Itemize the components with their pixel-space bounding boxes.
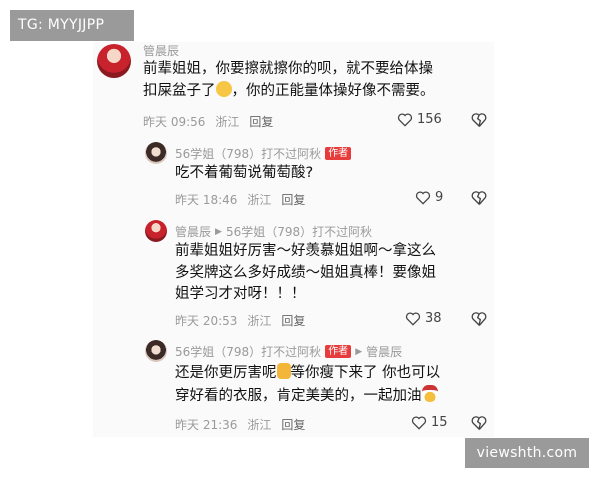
like-button[interactable]: 15 <box>411 415 448 430</box>
reply-button[interactable]: 回复 <box>281 312 305 329</box>
heart-icon <box>411 416 427 430</box>
reply-button[interactable]: 回复 <box>281 191 305 208</box>
heart-icon <box>415 191 431 205</box>
comment-text: 吃不着葡萄说葡萄酸? <box>175 165 314 181</box>
like-button[interactable]: 38 <box>405 311 442 326</box>
comment-meta: 昨天 09:56 浙江 回复 <box>143 113 274 130</box>
reply-button[interactable]: 回复 <box>281 416 305 433</box>
comment-author[interactable]: 管晨辰 ▶ 56学姐（798）打不过阿秋 <box>175 223 372 240</box>
reply-arrow-icon: ▶ <box>215 226 222 237</box>
comment-text: 前辈姐姐，你要擦就擦你的呗，就不要给体操 扣屎盆子了 ，你的正能量体操好像不需要。 <box>143 61 435 99</box>
author-badge: 作者 <box>325 147 352 160</box>
like-button[interactable]: 156 <box>397 112 442 127</box>
reply-button[interactable]: 回复 <box>249 113 273 130</box>
broken-heart-icon[interactable] <box>471 112 487 128</box>
avatar[interactable] <box>97 44 131 78</box>
heart-icon <box>405 312 421 326</box>
like-button[interactable]: 9 <box>415 190 443 205</box>
avatar[interactable] <box>145 142 167 164</box>
broken-heart-icon[interactable] <box>471 311 487 327</box>
heart-icon <box>397 113 413 127</box>
watermark-tag-top: TG: MYYJJPP <box>10 10 134 41</box>
avatar[interactable] <box>145 340 167 362</box>
comment-author[interactable]: 56学姐（798）打不过阿秋 作者 ▶ 管晨辰 <box>175 343 402 360</box>
comment-text: 前辈姐姐好厉害～好羡慕姐姐啊～拿这么 多奖牌这么多好成绩～姐姐真棒！要像姐 姐学… <box>175 243 436 302</box>
author-badge: 作者 <box>325 345 352 358</box>
comment-meta: 昨天 18:46 浙江 回复 <box>175 191 306 208</box>
comment-author[interactable]: 管晨辰 <box>143 42 179 59</box>
medal-icon <box>421 384 438 402</box>
crying-face-icon <box>215 80 232 97</box>
broken-heart-icon[interactable] <box>471 415 487 431</box>
reply-arrow-icon: ▶ <box>355 346 363 357</box>
thumbs-up-icon <box>276 363 291 379</box>
comment-thread: 管晨辰 前辈姐姐，你要擦就擦你的呗，就不要给体操 扣屎盆子了 ，你的正能量体操好像… <box>93 42 494 437</box>
broken-heart-icon[interactable] <box>471 190 487 206</box>
comment-author[interactable]: 56学姐（798）打不过阿秋 作者 <box>175 145 352 162</box>
comment-meta: 昨天 20:53 浙江 回复 <box>175 312 306 329</box>
comment-meta: 昨天 21:36 浙江 回复 <box>175 416 306 433</box>
watermark-tag-bottom: viewshth.com <box>465 438 589 468</box>
avatar[interactable] <box>145 220 167 242</box>
comment-text: 还是你更厉害呢 等你瘦下来了 你也可以 穿好看的衣服，肯定美美的，一起加油 <box>175 363 441 404</box>
